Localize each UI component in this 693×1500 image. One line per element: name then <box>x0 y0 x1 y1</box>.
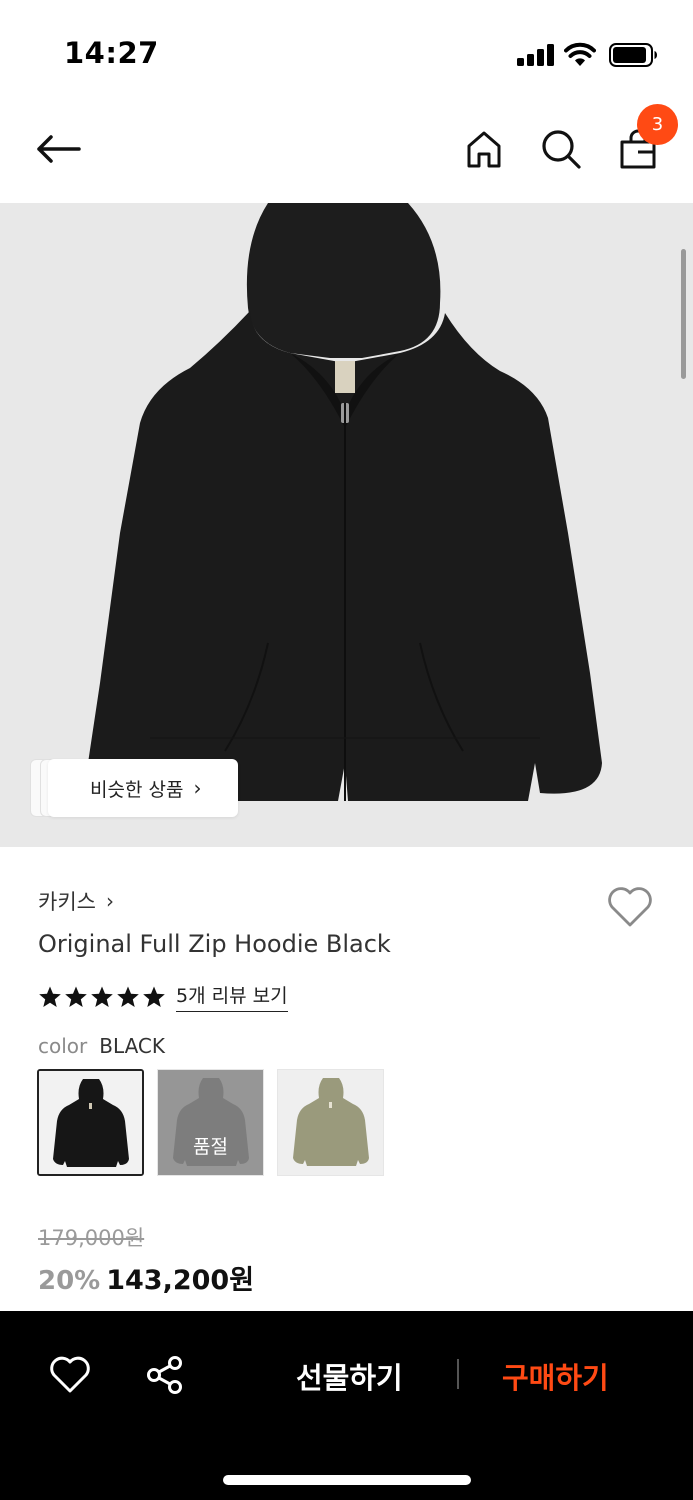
home-icon <box>467 131 501 168</box>
search-button[interactable] <box>539 126 583 172</box>
hoodie-thumbnail <box>39 1071 142 1174</box>
similar-products-button[interactable]: 비슷한 상품 › <box>48 759 238 817</box>
status-bar: 14:27 <box>0 0 693 100</box>
rating-row: 5개 리뷰 보기 <box>38 981 288 1012</box>
status-time: 14:27 <box>64 36 159 70</box>
bottom-action-bar: 선물하기 구매하기 <box>0 1311 693 1500</box>
home-button[interactable] <box>462 126 506 172</box>
divider <box>457 1359 459 1389</box>
signal-icon <box>517 44 555 66</box>
arrow-left-icon <box>37 135 81 163</box>
search-icon <box>542 130 581 169</box>
original-price: 179,000원 <box>38 1226 145 1250</box>
back-button[interactable] <box>30 124 86 174</box>
brand-link[interactable]: 카키스 › <box>38 886 114 916</box>
product-title: Original Full Zip Hoodie Black <box>38 930 391 958</box>
swatch-khaki[interactable] <box>277 1069 384 1176</box>
star-icon <box>91 986 113 1007</box>
rating-stars <box>38 985 166 1009</box>
gift-button[interactable]: 선물하기 <box>296 1355 403 1397</box>
color-option-row: color BLACK <box>38 1034 165 1058</box>
discount-rate: 20% <box>38 1266 101 1296</box>
buy-button[interactable]: 구매하기 <box>502 1355 609 1397</box>
chevron-right-icon: › <box>105 889 114 913</box>
chevron-right-icon: › <box>193 776 202 800</box>
share-icon[interactable] <box>145 1355 185 1395</box>
cart-count-badge: 3 <box>637 104 678 145</box>
battery-icon <box>609 43 657 67</box>
swatch-black[interactable] <box>37 1069 144 1176</box>
color-value: BLACK <box>99 1034 165 1058</box>
star-icon <box>143 986 165 1007</box>
soldout-overlay <box>158 1070 263 1175</box>
wifi-icon <box>564 42 596 66</box>
swatch-gray[interactable]: 품절 <box>157 1069 264 1176</box>
product-photo <box>88 203 602 801</box>
top-nav-bar <box>0 100 693 203</box>
color-swatches: 품절 <box>37 1069 384 1176</box>
heart-icon[interactable] <box>606 884 654 928</box>
star-icon <box>65 986 87 1007</box>
image-scroll-indicator <box>681 249 686 379</box>
star-icon <box>117 986 139 1007</box>
reviews-link[interactable]: 5개 리뷰 보기 <box>176 981 288 1012</box>
heart-icon[interactable] <box>49 1354 91 1394</box>
color-label: color <box>38 1034 88 1058</box>
product-image-carousel[interactable] <box>0 203 693 847</box>
price-row: 20% 143,200원 <box>38 1258 254 1297</box>
similar-products-label: 비슷한 상품 <box>90 778 184 801</box>
soldout-label: 품절 <box>193 1136 228 1158</box>
sale-price: 143,200원 <box>106 1265 255 1296</box>
hoodie-thumbnail <box>278 1070 383 1175</box>
star-icon <box>39 986 61 1007</box>
brand-name: 카키스 <box>38 890 96 914</box>
home-indicator <box>223 1475 471 1485</box>
